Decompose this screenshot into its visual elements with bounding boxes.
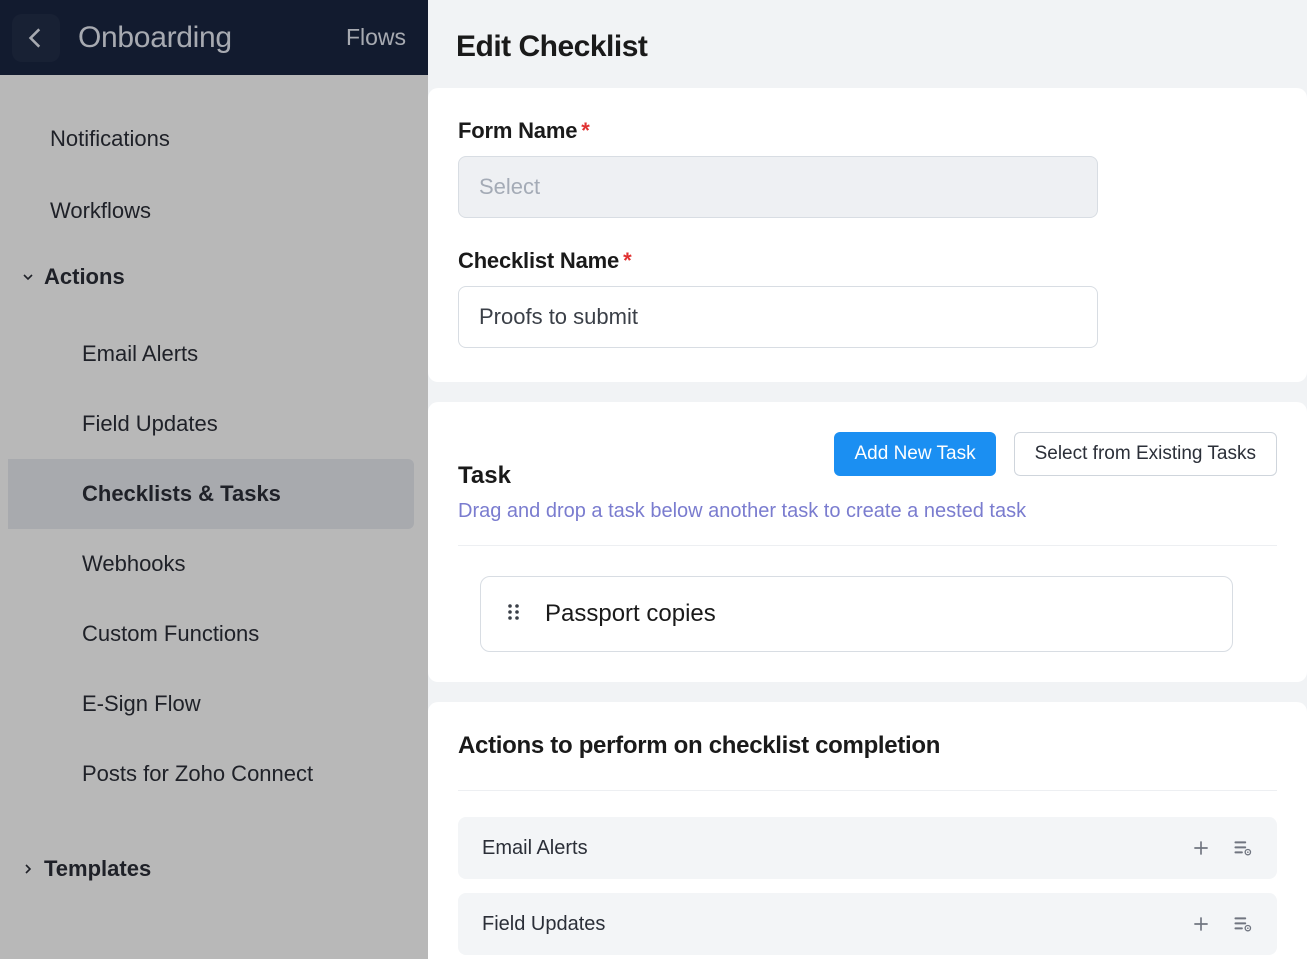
sidebar-item-workflows[interactable]: Workflows xyxy=(0,175,428,247)
task-row[interactable]: Passport copies xyxy=(480,576,1233,652)
configure-action-button[interactable] xyxy=(1231,838,1253,858)
sidebar-group-templates-label: Templates xyxy=(44,856,151,882)
sidebar-group-actions-label: Actions xyxy=(44,264,125,290)
sidebar-item-notifications[interactable]: Notifications xyxy=(0,103,428,175)
plus-icon xyxy=(1191,914,1211,934)
arrow-left-icon xyxy=(23,25,49,51)
sidebar-header: Onboarding Flows xyxy=(0,0,428,75)
form-name-label: Form Name* xyxy=(458,118,1277,144)
header-tab-flows[interactable]: Flows xyxy=(346,24,406,51)
configure-action-button[interactable] xyxy=(1231,914,1253,934)
sidebar-group-templates[interactable]: Templates xyxy=(0,839,428,899)
module-title: Onboarding xyxy=(78,21,232,55)
sidebar-item-esign-flow[interactable]: E-Sign Flow xyxy=(0,669,428,739)
chevron-down-icon xyxy=(20,269,36,285)
form-name-placeholder: Select xyxy=(479,174,540,200)
form-name-select[interactable]: Select xyxy=(458,156,1098,218)
card-actions-on-completion: Actions to perform on checklist completi… xyxy=(428,702,1307,959)
completion-action-label: Email Alerts xyxy=(482,837,588,860)
plus-icon xyxy=(1191,838,1211,858)
add-action-button[interactable] xyxy=(1191,838,1211,858)
select-existing-tasks-button[interactable]: Select from Existing Tasks xyxy=(1014,432,1277,476)
card-basic-info: Form Name* Select Checklist Name* xyxy=(428,88,1307,382)
add-new-task-button[interactable]: Add New Task xyxy=(834,432,995,476)
list-settings-icon xyxy=(1231,838,1253,858)
completion-action-row[interactable]: Field Updates xyxy=(458,893,1277,955)
main-panel: Edit Checklist Form Name* Select Checkli… xyxy=(428,0,1307,959)
card-tasks: Task Add New Task Select from Existing T… xyxy=(428,402,1307,682)
sidebar-group-actions[interactable]: Actions xyxy=(0,247,428,307)
add-action-button[interactable] xyxy=(1191,914,1211,934)
task-hint-text: Drag and drop a task below another task … xyxy=(458,500,1277,546)
back-button[interactable] xyxy=(12,14,60,62)
list-settings-icon xyxy=(1231,914,1253,934)
sidebar-item-webhooks[interactable]: Webhooks xyxy=(0,529,428,599)
sidebar-nav: Notifications Workflows Actions Email Al… xyxy=(0,75,428,899)
sidebar-item-posts-zoho-connect[interactable]: Posts for Zoho Connect xyxy=(0,739,428,809)
sidebar-item-email-alerts[interactable]: Email Alerts xyxy=(0,319,428,389)
task-name: Passport copies xyxy=(545,600,716,628)
required-asterisk: * xyxy=(623,248,631,273)
task-section-title: Task xyxy=(458,462,511,490)
checklist-name-input[interactable] xyxy=(458,286,1098,348)
required-asterisk: * xyxy=(581,118,589,143)
page-title: Edit Checklist xyxy=(428,30,1307,88)
completion-action-row[interactable]: Email Alerts xyxy=(458,817,1277,879)
sidebar: Onboarding Flows Notifications Workflows… xyxy=(0,0,428,959)
checklist-name-label: Checklist Name* xyxy=(458,248,1277,274)
drag-handle-icon[interactable] xyxy=(505,600,523,628)
sidebar-item-field-updates[interactable]: Field Updates xyxy=(0,389,428,459)
completion-action-label: Field Updates xyxy=(482,913,605,936)
sidebar-item-checklists-tasks[interactable]: Checklists & Tasks xyxy=(8,459,414,529)
sidebar-group-actions-children: Email Alerts Field Updates Checklists & … xyxy=(0,307,428,809)
actions-section-title: Actions to perform on checklist completi… xyxy=(458,732,1277,791)
sidebar-item-custom-functions[interactable]: Custom Functions xyxy=(0,599,428,669)
chevron-right-icon xyxy=(20,861,36,877)
